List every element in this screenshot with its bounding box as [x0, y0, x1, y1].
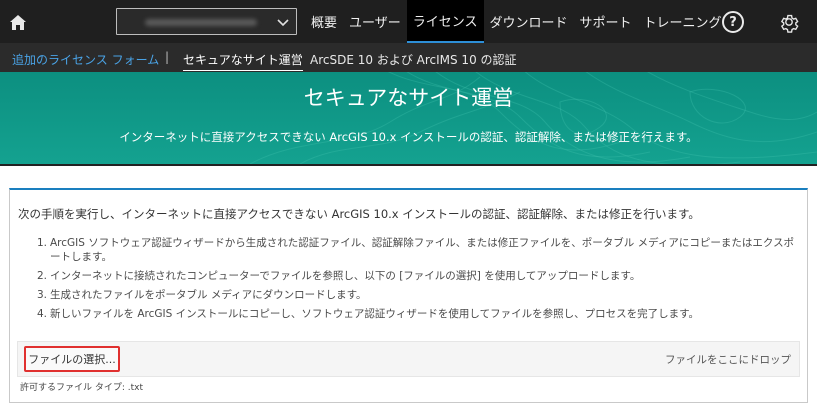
allowed-file-types: 許可するファイル タイプ: .txt: [20, 383, 143, 393]
intro-text: 次の手順を実行し、インターネットに直接アクセスできない ArcGIS 10.x …: [18, 207, 700, 221]
subnav-separator: |: [165, 50, 170, 64]
gear-icon[interactable]: [778, 11, 800, 33]
choose-file-button[interactable]: ファイルの選択...: [24, 346, 120, 372]
file-drop-zone[interactable]: ファイルの選択... ファイルをここにドロップ: [17, 341, 800, 377]
organization-name-redacted: [145, 19, 257, 26]
page-title: セキュアなサイト運営: [303, 86, 514, 110]
list-item: 4. 新しいファイルを ArcGIS インストールにコピーし、ソフトウェア認証ウィ…: [37, 308, 700, 320]
list-item: 2. インターネットに接続されたコンピューターでファイルを参照し、以下の [ファイ…: [37, 270, 641, 282]
nav-training[interactable]: トレーニング: [638, 0, 728, 43]
steps-list: 1. ArcGIS ソフトウェア認証ウィザードから生成された認証ファイル、認証解除…: [37, 236, 797, 326]
nav-licensing[interactable]: ライセンス: [406, 0, 484, 43]
arcsde-arcims-tab[interactable]: ArcSDE 10 および ArcIMS 10 の認証: [310, 51, 517, 68]
help-icon[interactable]: ?: [722, 11, 744, 33]
secure-site-tab[interactable]: セキュアなサイト運営: [183, 51, 303, 71]
upload-card: 次の手順を実行し、インターネットに直接アクセスできない ArcGIS 10.x …: [9, 188, 808, 403]
list-item: 3. 生成されたファイルをポータブル メディアにダウンロードします。: [37, 289, 367, 301]
main-menu: 概要 ユーザー ライセンス ダウンロード サポート トレーニング: [305, 0, 728, 43]
list-item: 1. ArcGIS ソフトウェア認証ウィザードから生成された認証ファイル、認証解除…: [37, 237, 795, 263]
page-description: インターネットに直接アクセスできない ArcGIS 10.x インストールの認証…: [119, 130, 698, 144]
home-icon[interactable]: [9, 13, 27, 31]
page-banner: セキュアなサイト運営 インターネットに直接アクセスできない ArcGIS 10.…: [0, 72, 817, 164]
banner-divider: [0, 164, 817, 166]
nav-support[interactable]: サポート: [574, 0, 638, 43]
drop-here-label: ファイルをここにドロップ: [665, 354, 791, 366]
sub-nav: 追加のライセンス フォーム | セキュアなサイト運営 ArcSDE 10 および…: [0, 43, 817, 72]
top-nav: 概要 ユーザー ライセンス ダウンロード サポート トレーニング ?: [0, 0, 817, 43]
chevron-down-icon: [277, 19, 289, 27]
organization-select[interactable]: [116, 8, 297, 35]
additional-license-forms-link[interactable]: 追加のライセンス フォーム: [12, 51, 159, 68]
nav-downloads[interactable]: ダウンロード: [484, 0, 574, 43]
nav-users[interactable]: ユーザー: [343, 0, 407, 43]
nav-overview[interactable]: 概要: [305, 0, 343, 43]
